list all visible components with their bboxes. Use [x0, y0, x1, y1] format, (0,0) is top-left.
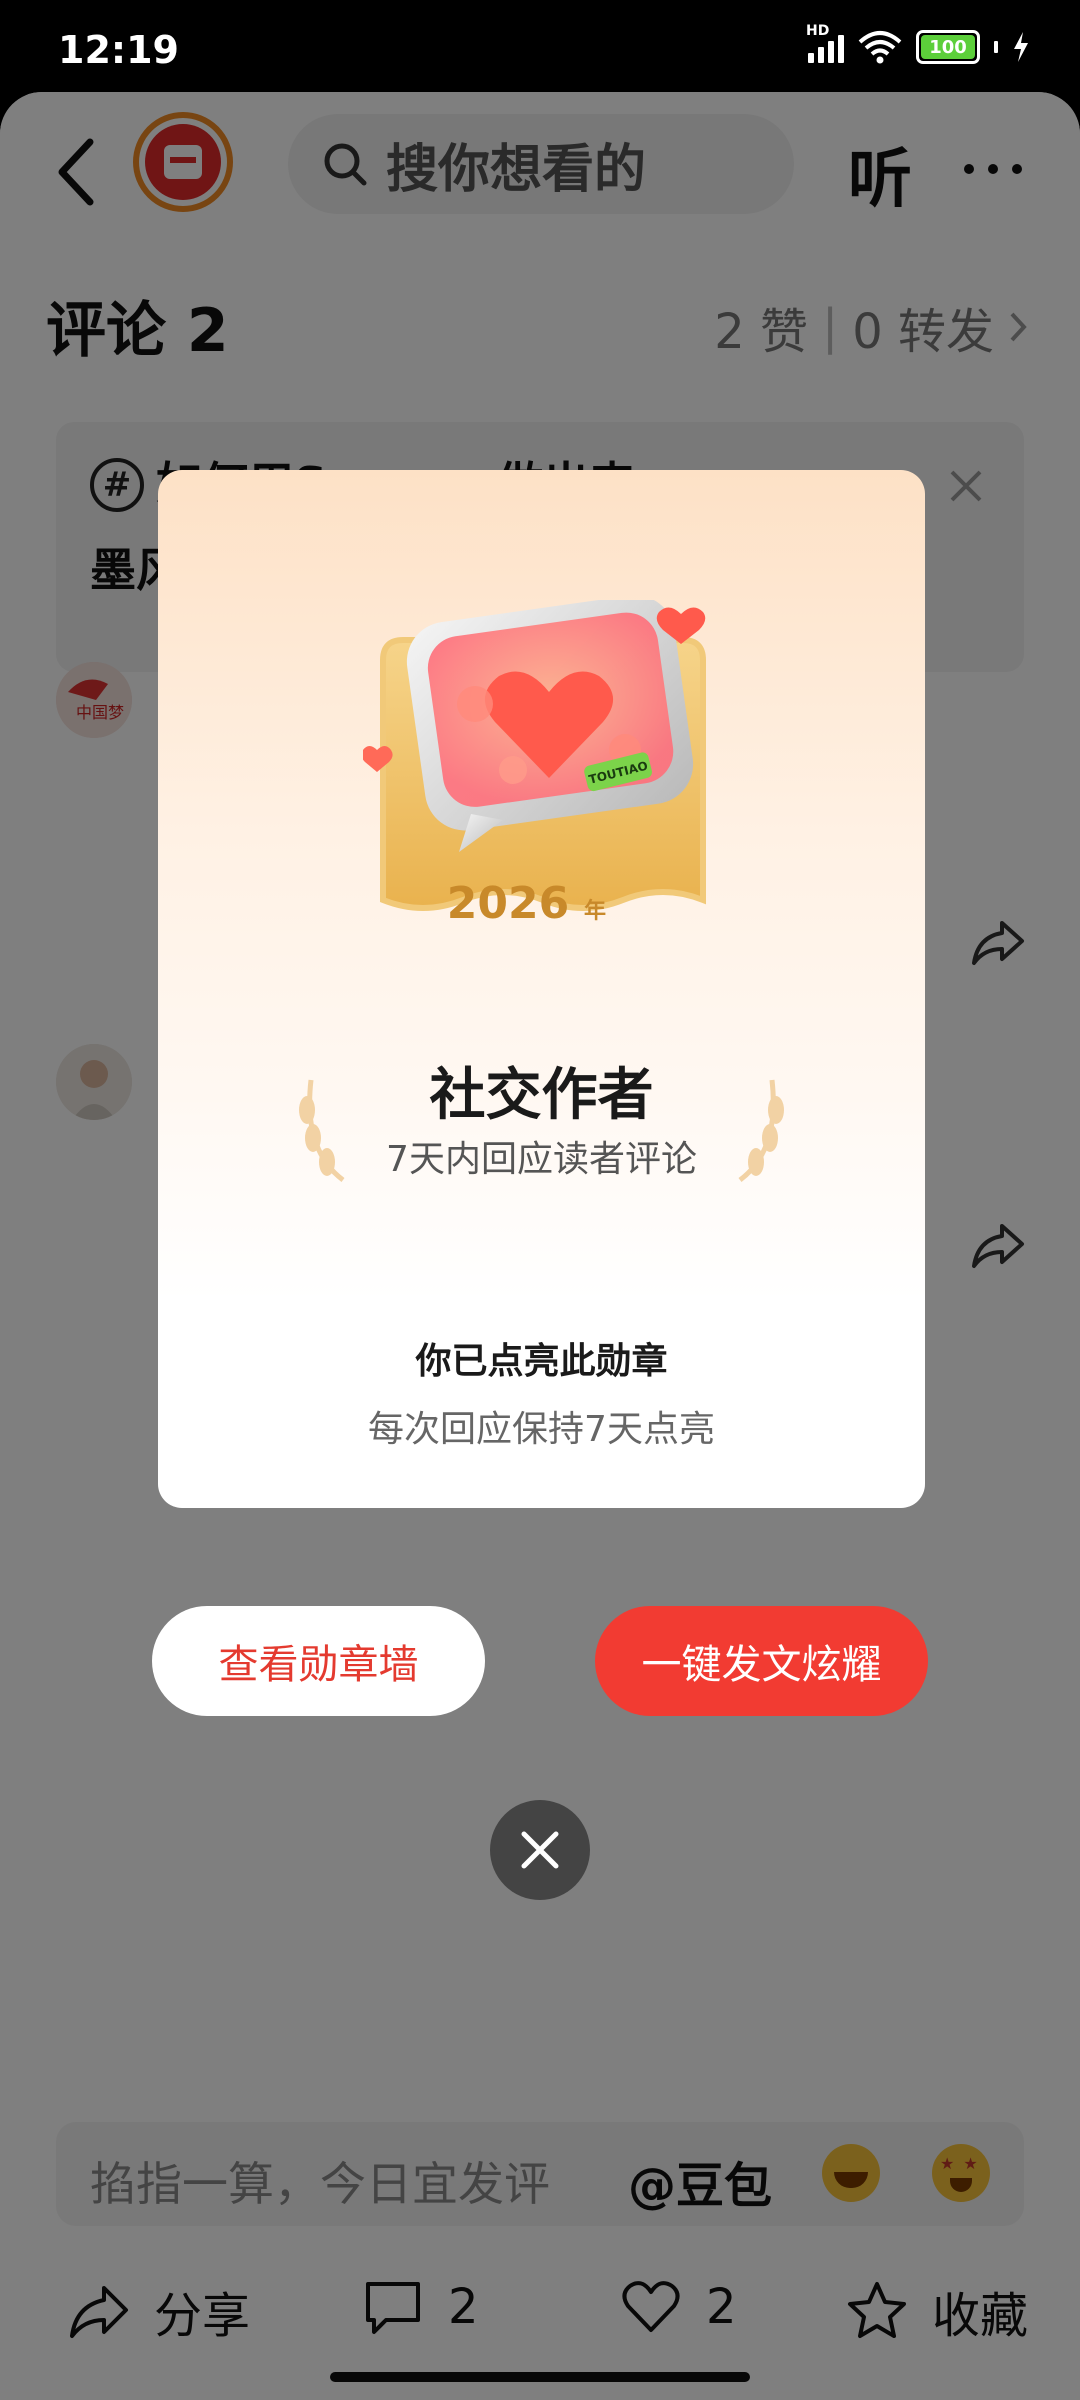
network-type-label: HD	[806, 23, 830, 39]
post-to-show-off-button[interactable]: 一键发文炫耀	[595, 1606, 928, 1716]
badge-lit-hint: 每次回应保持7天点亮	[368, 1409, 715, 1450]
status-time: 12:19	[58, 28, 179, 72]
close-icon	[521, 1831, 559, 1869]
modal-close-button[interactable]	[490, 1800, 590, 1900]
status-bar: 12:19 HD 100	[0, 0, 1080, 100]
status-icons: HD 100	[806, 23, 1030, 64]
wifi-icon	[858, 31, 902, 64]
view-badge-wall-button[interactable]: 查看勋章墙	[152, 1606, 485, 1716]
battery-tip	[994, 41, 998, 53]
badge-lit-status: 你已点亮此勋章	[415, 1341, 668, 1382]
badge-image: TOUTIAO 2026 年	[363, 600, 706, 929]
battery-level: 100	[929, 36, 967, 58]
badge-year-unit: 年	[584, 898, 606, 924]
battery-icon: 100	[916, 30, 980, 64]
badge-year: 2026	[447, 878, 569, 929]
charging-icon	[1014, 32, 1028, 62]
badge-title: 社交作者	[429, 1063, 654, 1128]
badge-modal: TOUTIAO 2026 年 社交作者 7天内回应读者评论 你已点亮此勋章 每次…	[158, 470, 925, 1508]
signal-icon: HD	[806, 23, 844, 63]
badge-description: 7天内回应读者评论	[386, 1139, 697, 1180]
